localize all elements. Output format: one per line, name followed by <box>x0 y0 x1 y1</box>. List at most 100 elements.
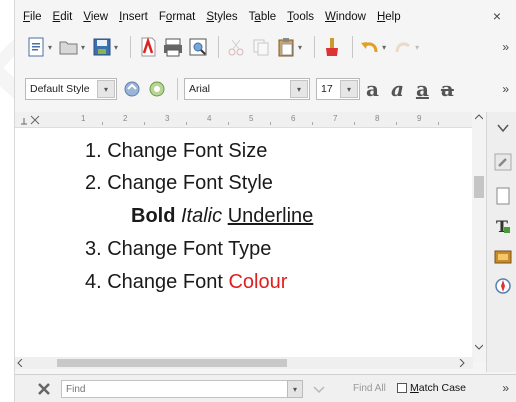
horizontal-scrollbar[interactable] <box>15 357 473 369</box>
ruler-tick <box>312 122 313 125</box>
clone-formatting-icon[interactable] <box>321 36 343 58</box>
list-item[interactable]: 2. Change Font Style <box>85 172 273 195</box>
update-style-icon[interactable] <box>121 78 143 100</box>
formatting-toolbar: Default Style ▾ Arial ▾ 17 ▾ a a a a » <box>15 72 516 106</box>
print-preview-icon[interactable] <box>187 36 209 58</box>
menu-edit[interactable]: Edit <box>53 11 73 23</box>
writer-window: File Edit View Insert Format Styles Tabl… <box>14 0 516 402</box>
list-item[interactable]: 1. Change Font Size <box>85 140 267 163</box>
menu-table[interactable]: Table <box>249 11 277 23</box>
horizontal-ruler[interactable]: 1 2 3 4 5 6 7 8 9 <box>15 112 485 128</box>
menu-window[interactable]: Window <box>325 11 366 23</box>
new-document-icon[interactable] <box>25 36 47 58</box>
menu-styles[interactable]: Styles <box>206 11 237 23</box>
open-folder-icon[interactable] <box>58 36 80 58</box>
toolbar-separator <box>218 36 220 58</box>
ruler-tick <box>438 122 439 125</box>
bold-button[interactable]: a <box>366 77 379 101</box>
sidebar-deck: T <box>486 112 516 372</box>
chevron-down-icon[interactable]: ▾ <box>97 80 115 98</box>
list-item[interactable]: 3. Change Font Type <box>85 238 271 261</box>
strikethrough-button[interactable]: a <box>441 77 454 101</box>
horizontal-scroll-thumb[interactable] <box>57 359 287 367</box>
navigator-icon[interactable] <box>493 276 513 296</box>
scroll-up-icon[interactable] <box>475 114 483 120</box>
styles-icon[interactable]: T <box>493 216 513 236</box>
document-canvas[interactable]: 1. Change Font Size 2. Change Font Style… <box>15 128 477 360</box>
menu-format[interactable]: Format <box>159 11 195 23</box>
ruler-tick <box>228 122 229 125</box>
ruler-tick <box>144 122 145 125</box>
ruler-tick <box>396 122 397 125</box>
redo-icon[interactable] <box>392 36 414 58</box>
list-item[interactable]: 4. Change Font Colour <box>85 271 287 294</box>
font-name-value: Arial <box>189 83 211 95</box>
ruler-number: 5 <box>249 114 254 123</box>
toolbar-overflow-chevron-icon[interactable]: » <box>502 82 509 96</box>
paste-icon[interactable] <box>275 36 297 58</box>
find-input[interactable] <box>61 380 289 398</box>
vertical-scroll-thumb[interactable] <box>474 176 484 198</box>
menu-insert[interactable]: Insert <box>119 11 148 23</box>
save-icon[interactable] <box>91 36 113 58</box>
close-document-button[interactable]: × <box>493 8 501 24</box>
ruler-tick <box>270 122 271 125</box>
chevron-down-icon[interactable]: ▾ <box>290 80 308 98</box>
page-icon[interactable] <box>493 186 513 206</box>
print-icon[interactable] <box>162 36 184 58</box>
scroll-right-icon[interactable] <box>459 359 465 367</box>
paragraph-style-select[interactable]: Default Style ▾ <box>25 78 117 100</box>
scroll-down-icon[interactable] <box>475 344 483 350</box>
menu-file[interactable]: File <box>23 11 42 23</box>
toolbar-overflow-chevron-icon[interactable]: » <box>502 40 509 54</box>
chevron-down-icon[interactable]: ▾ <box>114 43 118 52</box>
export-pdf-icon[interactable] <box>137 36 159 58</box>
match-case-checkbox[interactable] <box>397 383 407 393</box>
chevron-down-icon[interactable]: ▾ <box>81 43 85 52</box>
cut-icon[interactable] <box>225 36 247 58</box>
italic-example: Italic <box>181 205 223 227</box>
ruler-number: 6 <box>291 114 296 123</box>
ruler-number: 3 <box>165 114 170 123</box>
chevron-down-icon[interactable]: ▾ <box>340 80 358 98</box>
chevron-down-icon[interactable]: ▾ <box>415 43 419 52</box>
ruler-tick <box>354 122 355 125</box>
font-size-value: 17 <box>321 83 333 95</box>
new-style-icon[interactable] <box>146 78 168 100</box>
toolbar-separator <box>177 78 178 100</box>
font-style-examples[interactable]: Bold Italic Underline <box>131 205 313 228</box>
ruler-number: 1 <box>81 114 86 123</box>
ruler-tick <box>186 122 187 125</box>
chevron-down-icon[interactable]: ▾ <box>48 43 52 52</box>
font-size-select[interactable]: 17 ▾ <box>316 78 360 100</box>
close-find-icon[interactable] <box>37 382 51 396</box>
copy-icon[interactable] <box>250 36 272 58</box>
italic-button[interactable]: a <box>391 77 404 101</box>
chevron-down-icon[interactable]: ▾ <box>287 380 303 398</box>
chevron-down-icon[interactable]: ▾ <box>298 43 302 52</box>
ruler-number: 8 <box>375 114 380 123</box>
vertical-scrollbar[interactable] <box>472 112 486 362</box>
gallery-icon[interactable] <box>493 246 513 266</box>
chevron-down-icon[interactable]: ▾ <box>382 43 386 52</box>
tab-stop-icon[interactable] <box>19 114 43 126</box>
menu-help[interactable]: Help <box>377 11 401 23</box>
menu-view[interactable]: View <box>83 11 108 23</box>
bold-example: Bold <box>131 205 176 227</box>
find-all-button[interactable]: Find All <box>353 383 386 394</box>
find-next-icon[interactable] <box>311 381 327 397</box>
match-case-label: Match Case <box>410 382 467 394</box>
ruler-number: 4 <box>207 114 212 123</box>
underline-button[interactable]: a <box>416 77 429 101</box>
font-name-select[interactable]: Arial ▾ <box>184 78 310 100</box>
ruler-number: 7 <box>333 114 338 123</box>
undo-icon[interactable] <box>359 36 381 58</box>
wrench-icon[interactable] <box>493 152 513 172</box>
scroll-left-icon[interactable] <box>17 359 23 367</box>
paragraph-style-value: Default Style <box>30 83 90 95</box>
sidebar-menu-icon[interactable] <box>493 118 513 138</box>
menu-bar: File Edit View Insert Format Styles Tabl… <box>15 6 516 28</box>
ruler-number: 2 <box>123 114 128 123</box>
menu-tools[interactable]: Tools <box>287 11 314 23</box>
findbar-overflow-chevron-icon[interactable]: » <box>502 381 509 395</box>
